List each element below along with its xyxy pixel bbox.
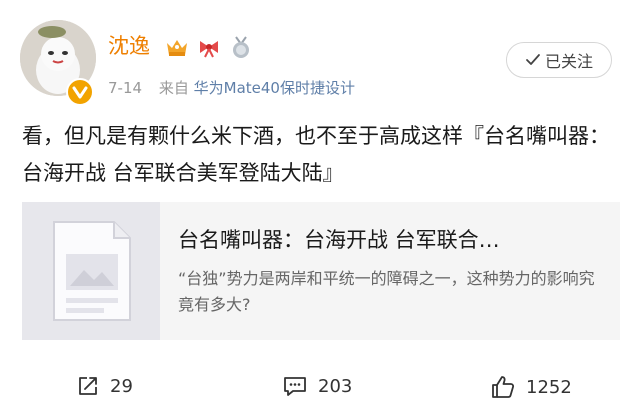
card-thumbnail <box>22 202 160 340</box>
verified-icon <box>66 78 94 106</box>
post-meta: 7-14 来自 华为Mate40保时捷设计 <box>108 77 355 98</box>
user-badges <box>164 34 254 60</box>
post-date: 7-14 <box>108 79 143 97</box>
post-text: 看，但凡是有颗什么米下酒，也不至于高成这样『台名嘴叫器：台海开战 台军联合美军登… <box>22 124 610 185</box>
medal-badge-icon[interactable] <box>228 35 254 59</box>
repost-button[interactable]: 29 <box>76 374 133 398</box>
checkmark-icon <box>526 54 540 65</box>
follow-label: 已关注 <box>544 52 593 71</box>
follow-button[interactable]: 已关注 <box>506 42 612 78</box>
like-count: 1252 <box>526 376 572 398</box>
like-button[interactable]: 1252 <box>490 374 572 400</box>
document-icon <box>22 202 160 340</box>
comment-count: 203 <box>318 375 353 397</box>
comment-button[interactable]: 203 <box>282 374 352 398</box>
source-device-link[interactable]: 华为Mate40保时捷设计 <box>194 79 355 97</box>
like-icon <box>492 376 515 398</box>
vip-crown-badge-icon[interactable] <box>164 35 190 59</box>
card-title: 台名嘴叫器：台海开战 台军联合… <box>178 228 500 252</box>
action-bar: 29 203 1252 <box>0 366 640 410</box>
link-card[interactable]: 台名嘴叫器：台海开战 台军联合… “台独”势力是两岸和平统一的障碍之一，这种势力… <box>22 202 620 340</box>
card-description: “台独”势力是两岸和平统一的障碍之一，这种势力的影响究竟有多大? <box>178 269 595 314</box>
ribbon-badge-icon[interactable] <box>196 35 222 59</box>
repost-count: 29 <box>110 375 133 397</box>
comment-icon <box>284 377 306 396</box>
source-prefix: 来自 <box>158 79 189 97</box>
repost-icon <box>79 377 97 395</box>
username[interactable]: 沈逸 <box>108 32 150 60</box>
